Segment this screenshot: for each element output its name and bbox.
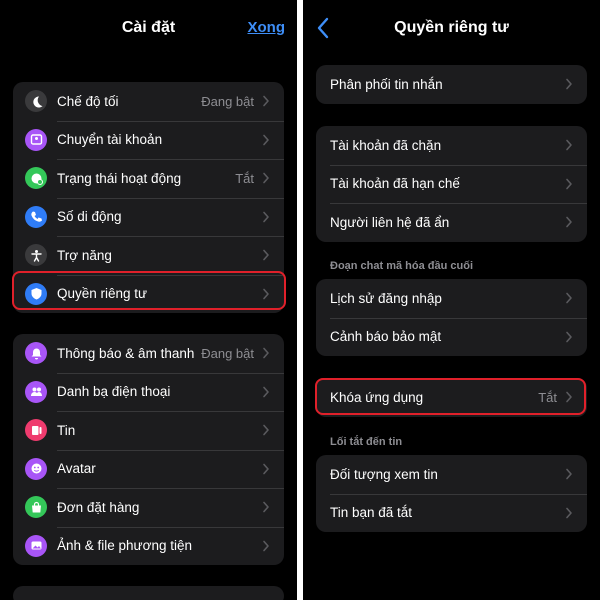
page-title: Cài đặt: [121, 19, 176, 36]
chevron-right-icon: [263, 540, 269, 552]
row-label: Avatar: [57, 461, 96, 477]
privacy-group-delivery: Phân phối tin nhắn: [316, 65, 587, 104]
settings-row-che-do-toi[interactable]: Chế độ tối Đang bật: [13, 82, 284, 121]
settings-row-tro-nang[interactable]: Trợ năng: [13, 236, 284, 275]
settings-row-tai-khoan-da-han-che[interactable]: Tài khoản đã hạn chế: [316, 164, 587, 204]
row-label: Cảnh báo bảo mật: [330, 329, 442, 345]
chevron-right-icon: [566, 507, 572, 519]
chevron-right-icon: [566, 468, 572, 480]
settings-row-tin-ban-da-tat[interactable]: Tin bạn đã tắt: [316, 493, 587, 533]
row-label: Tài khoản đã hạn chế: [330, 176, 460, 192]
row-label: Ảnh & file phương tiện: [57, 538, 192, 554]
row-label: Danh bạ điện thoại: [57, 384, 171, 400]
done-button[interactable]: Xong: [248, 19, 286, 36]
shopping-bag-icon: [25, 496, 47, 519]
settings-row-chuyen-tai-khoan[interactable]: Chuyển tài khoản: [13, 120, 284, 160]
settings-row-danh-ba-dien-thoai[interactable]: Danh bạ điện thoại: [13, 372, 284, 412]
row-label: Phân phối tin nhắn: [330, 76, 443, 92]
chevron-right-icon: [566, 216, 572, 228]
chevron-right-icon: [263, 95, 269, 107]
section-label-e2ee: Đoạn chat mã hóa đầu cuối: [330, 260, 474, 272]
bell-icon: [25, 342, 47, 365]
chevron-right-icon: [566, 292, 572, 304]
settings-row-avatar[interactable]: Avatar: [13, 449, 284, 489]
privacy-panel: Quyền riêng tư Phân phối tin nhắn Tài kh…: [303, 0, 600, 600]
settings-row-canh-bao-bao-mat[interactable]: Cảnh báo bảo mật: [316, 317, 587, 357]
row-value: Đang bật: [201, 345, 254, 361]
story-icon: [25, 419, 47, 442]
row-label: Thông báo & âm thanh: [57, 345, 195, 361]
back-chevron-icon[interactable]: [315, 16, 331, 40]
privacy-group-stories: Đối tượng xem tin Tin bạn đã tắt: [316, 455, 587, 532]
settings-row-tai-khoan-da-chan[interactable]: Tài khoản đã chặn: [316, 126, 587, 165]
chevron-right-icon: [263, 172, 269, 184]
row-value: Tắt: [235, 170, 254, 186]
chevron-right-icon: [263, 134, 269, 146]
switch-account-icon: [25, 128, 47, 151]
chevron-right-icon: [263, 424, 269, 436]
privacy-group-e2ee: Lịch sử đăng nhập Cảnh báo bảo mật: [316, 279, 587, 356]
row-label: Đơn đặt hàng: [57, 499, 140, 515]
contacts-icon: [25, 380, 47, 403]
photo-icon: [25, 534, 47, 557]
chevron-right-icon: [263, 501, 269, 513]
chevron-right-icon: [263, 211, 269, 223]
settings-group-more: [13, 586, 284, 600]
row-label: Tài khoản đã chặn: [330, 137, 442, 153]
row-label: Trạng thái hoạt động: [57, 170, 182, 186]
chevron-right-icon: [566, 78, 572, 90]
chevron-right-icon: [263, 249, 269, 261]
settings-row-don-dat-hang[interactable]: Đơn đặt hàng: [13, 488, 284, 527]
chevron-right-icon: [263, 463, 269, 475]
settings-header: Cài đặt Xong: [0, 0, 297, 56]
settings-row-phan-phoi-tin-nhan[interactable]: Phân phối tin nhắn: [316, 65, 587, 104]
settings-row-lich-su-dang-nhap[interactable]: Lịch sử đăng nhập: [316, 279, 587, 318]
app-lock-highlight-box: [315, 378, 586, 415]
active-status-icon: [25, 167, 47, 190]
row-label: Người liên hệ đã ẩn: [330, 214, 450, 230]
row-label: Tin: [57, 422, 76, 438]
accessibility-icon: [25, 244, 47, 267]
row-label: Chế độ tối: [57, 93, 119, 109]
section-label-shortcuts: Lối tắt đến tin: [330, 436, 403, 448]
row-label: Đối tượng xem tin: [330, 466, 438, 482]
chevron-right-icon: [263, 386, 269, 398]
moon-icon: [25, 90, 47, 113]
row-label: Số di động: [57, 209, 122, 225]
settings-row-so-di-dong[interactable]: Số di động: [13, 197, 284, 237]
settings-group-preferences: Thông báo & âm thanh Đang bật Danh bạ điện…: [13, 334, 284, 565]
settings-row-thong-bao-am-thanh[interactable]: Thông báo & âm thanh Đang bật: [13, 334, 284, 373]
chevron-right-icon: [566, 178, 572, 190]
settings-panel: Cài đặt Xong Chế độ tối Đang bật Chuyển tà…: [0, 0, 297, 600]
settings-row-trang-thai-hoat-dong[interactable]: Trạng thái hoạt động Tắt: [13, 159, 284, 198]
row-label: Trợ năng: [57, 247, 112, 263]
settings-row-nguoi-lien-he-da-an[interactable]: Người liên hệ đã ẩn: [316, 203, 587, 242]
row-value: Đang bật: [201, 93, 254, 109]
phone-icon: [25, 205, 47, 228]
page-title: Quyền riêng tư: [394, 19, 509, 36]
settings-row-anh-file-phuong-tien[interactable]: Ảnh & file phương tiện: [13, 526, 284, 566]
privacy-highlight-box: [12, 271, 286, 310]
settings-row-doi-tuong-xem-tin[interactable]: Đối tượng xem tin: [316, 455, 587, 494]
privacy-group-accounts: Tài khoản đã chặn Tài khoản đã hạn chế Ngư…: [316, 126, 587, 242]
chevron-right-icon: [566, 331, 572, 343]
avatar-icon: [25, 457, 47, 480]
row-label: Lịch sử đăng nhập: [330, 290, 442, 306]
row-label: Tin bạn đã tắt: [330, 505, 413, 521]
chevron-right-icon: [566, 139, 572, 151]
privacy-header: Quyền riêng tư: [303, 0, 600, 56]
chevron-right-icon: [263, 347, 269, 359]
settings-row-tin[interactable]: Tin: [13, 411, 284, 450]
row-label: Chuyển tài khoản: [57, 132, 163, 148]
